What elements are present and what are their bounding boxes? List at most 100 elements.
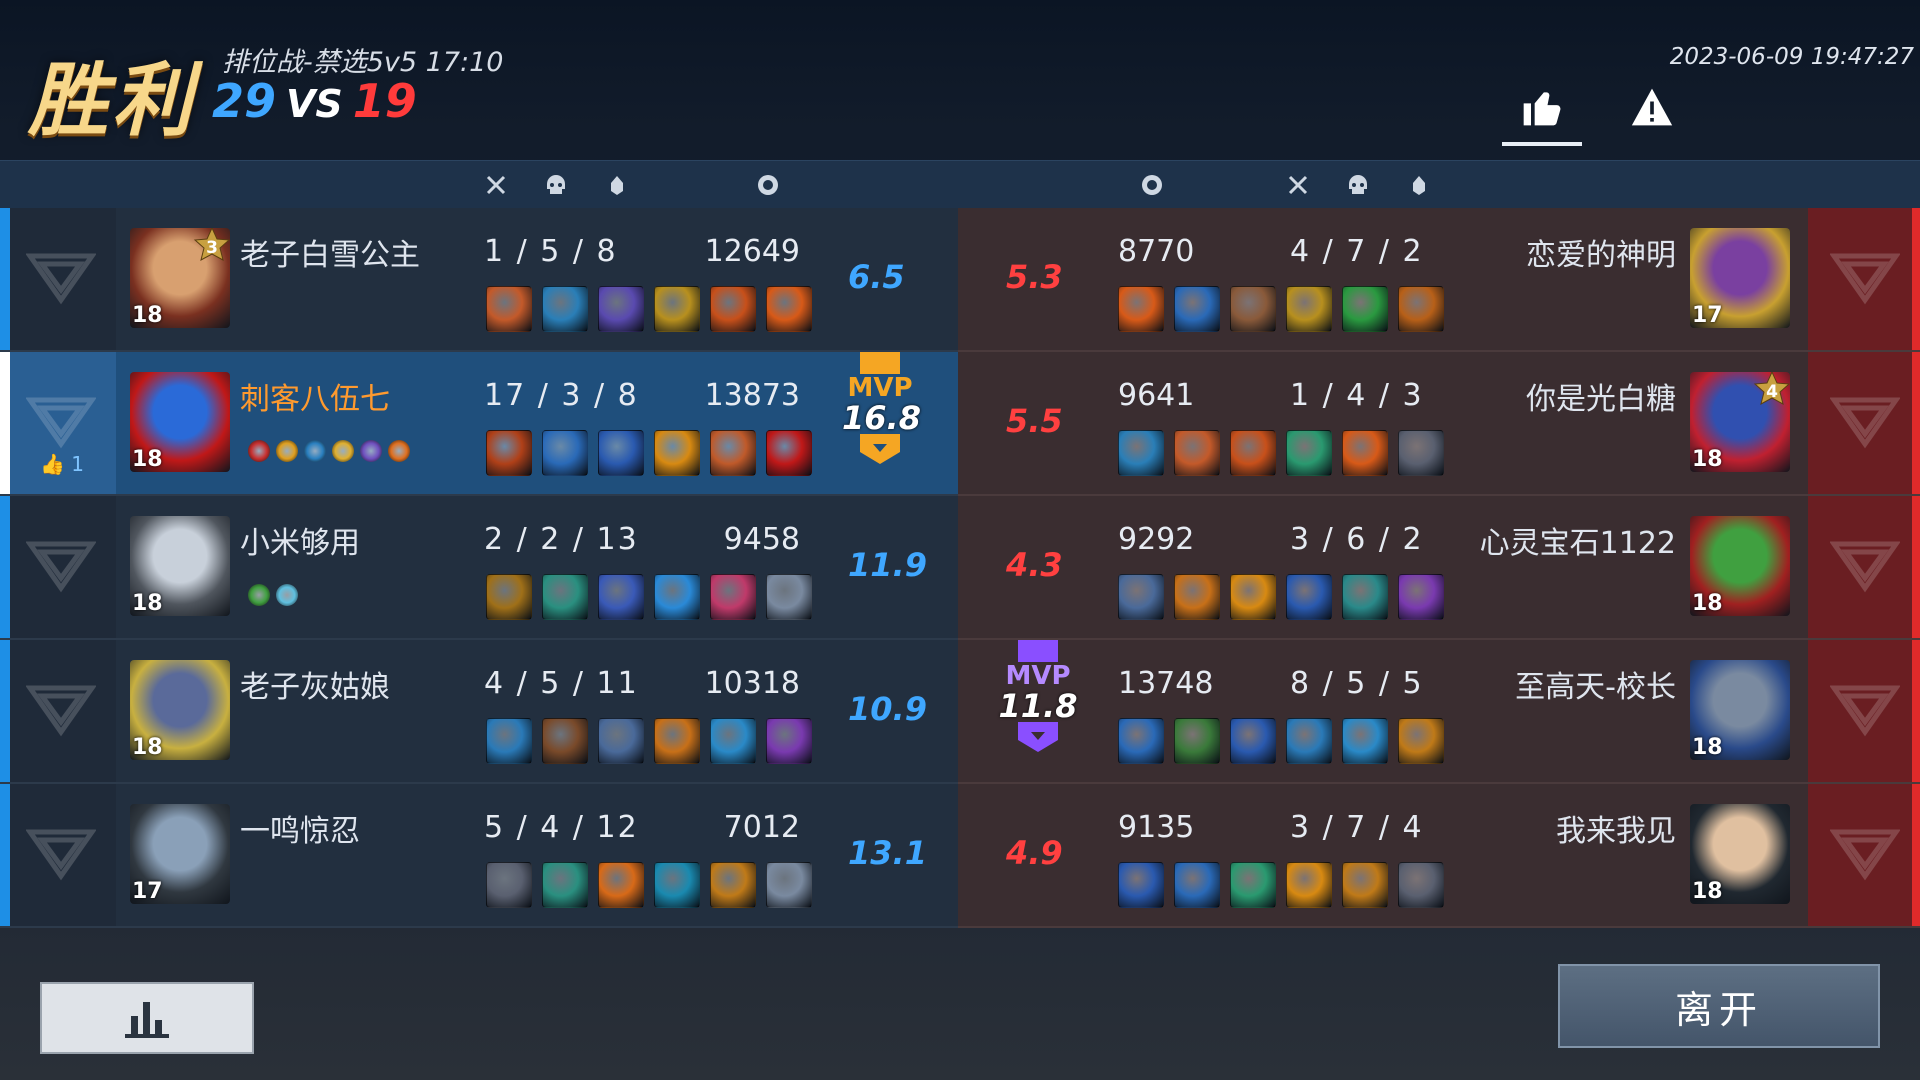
left-item-slot[interactable] — [654, 286, 700, 332]
right-item-slot[interactable] — [1230, 430, 1276, 476]
right-item-slot[interactable] — [1118, 574, 1164, 620]
player-row: 18 3 老子白雪公主 1 / 5 / 8 12649 6.5 17 恋爱的神明 8770 4 /… — [0, 208, 1920, 352]
assists-hand-icon-right — [1413, 176, 1425, 195]
left-item-slot[interactable] — [710, 430, 756, 476]
right-item-slot[interactable] — [1118, 862, 1164, 908]
expand-triangle-icon[interactable] — [1830, 826, 1900, 882]
mvp-value-right: 11.8 — [998, 687, 1078, 725]
left-player-name: 刺客八伍七 — [240, 382, 390, 417]
expand-triangle-icon[interactable] — [1830, 394, 1900, 450]
right-player-gold: 9135 — [1118, 810, 1195, 845]
expand-triangle-icon[interactable] — [1830, 682, 1900, 738]
expand-triangle-icon[interactable] — [26, 826, 96, 882]
stats-button[interactable] — [40, 982, 254, 1054]
expand-triangle-icon[interactable] — [1830, 250, 1900, 306]
expand-triangle-icon[interactable] — [26, 250, 96, 306]
left-item-slot[interactable] — [598, 574, 644, 620]
right-item-slot[interactable] — [1230, 286, 1276, 332]
mvp-badge-left: MVP 16.8 — [842, 352, 921, 468]
left-team-panel: 18 老子灰姑娘 4 / 5 / 11 10318 10.9 — [0, 640, 958, 784]
right-player-name: 至高天-校长 — [1515, 670, 1676, 705]
right-item-slot[interactable] — [1174, 718, 1220, 764]
left-item-slot[interactable] — [654, 718, 700, 764]
right-item-slot[interactable] — [1286, 430, 1332, 476]
right-item-slot[interactable] — [1398, 574, 1444, 620]
left-item-slot[interactable] — [598, 862, 644, 908]
right-item-slot[interactable] — [1342, 286, 1388, 332]
left-item-slot[interactable] — [542, 574, 588, 620]
left-item-slot[interactable] — [766, 862, 812, 908]
right-item-slot[interactable] — [1342, 862, 1388, 908]
right-expand-strip — [1808, 352, 1920, 494]
right-item-slot[interactable] — [1286, 862, 1332, 908]
left-item-slot[interactable] — [486, 430, 532, 476]
leave-button[interactable]: 离开 — [1558, 964, 1880, 1048]
left-item-slot[interactable] — [710, 286, 756, 332]
right-item-slot[interactable] — [1174, 430, 1220, 476]
right-item-slot[interactable] — [1230, 862, 1276, 908]
left-item-slot[interactable] — [654, 862, 700, 908]
left-item-slot[interactable] — [766, 718, 812, 764]
left-item-slot[interactable] — [598, 718, 644, 764]
left-team-panel: 👍 1 18 刺客八伍七 17 / 3 / 8 13873 — [0, 352, 958, 496]
right-item-slot[interactable] — [1174, 574, 1220, 620]
left-item-slots — [486, 718, 812, 764]
left-item-slot[interactable] — [766, 574, 812, 620]
right-player-rating: 4.9 — [1006, 834, 1063, 872]
right-item-slot[interactable] — [1286, 286, 1332, 332]
left-item-slot[interactable] — [486, 286, 532, 332]
right-item-slot[interactable] — [1230, 574, 1276, 620]
left-item-slot[interactable] — [486, 718, 532, 764]
left-player-rating: 6.5 — [848, 258, 905, 296]
left-item-slot[interactable] — [486, 862, 532, 908]
right-hero-level: 18 — [1692, 735, 1723, 760]
expand-triangle-icon[interactable] — [1830, 538, 1900, 594]
left-item-slot[interactable] — [486, 574, 532, 620]
left-item-slot[interactable] — [542, 718, 588, 764]
right-item-slot[interactable] — [1398, 430, 1444, 476]
like-button[interactable] — [1502, 72, 1582, 146]
expand-triangle-icon[interactable] — [26, 394, 96, 450]
right-item-slot[interactable] — [1398, 862, 1444, 908]
bar-chart-icon — [125, 1002, 169, 1038]
assists-hand-icon — [611, 176, 623, 195]
right-hero-level: 17 — [1692, 303, 1723, 328]
report-button[interactable] — [1612, 72, 1692, 142]
left-item-slot[interactable] — [766, 286, 812, 332]
column-header-bar — [0, 160, 1920, 209]
buff-icon — [304, 440, 326, 462]
right-rank-number: 4 — [1766, 382, 1778, 402]
left-item-slot[interactable] — [598, 430, 644, 476]
left-item-slot[interactable] — [710, 718, 756, 764]
right-item-slots — [1118, 286, 1444, 332]
right-item-slot[interactable] — [1118, 286, 1164, 332]
right-item-slot[interactable] — [1118, 430, 1164, 476]
right-item-slot[interactable] — [1342, 430, 1388, 476]
right-team-panel: 18 心灵宝石1122 9292 3 / 6 / 2 4.3 — [958, 496, 1920, 640]
left-item-slot[interactable] — [710, 574, 756, 620]
left-item-slot[interactable] — [598, 286, 644, 332]
right-item-slot[interactable] — [1230, 718, 1276, 764]
left-item-slot[interactable] — [654, 574, 700, 620]
right-item-slot[interactable] — [1174, 862, 1220, 908]
left-player-kda: 2 / 2 / 13 — [484, 522, 639, 557]
left-player-gold: 7012 — [723, 810, 800, 845]
right-expand-strip — [1808, 784, 1920, 926]
right-item-slot[interactable] — [1342, 718, 1388, 764]
left-team-panel: 18 小米够用 2 / 2 / 13 9458 11.9 — [0, 496, 958, 640]
right-item-slot[interactable] — [1342, 574, 1388, 620]
expand-triangle-icon[interactable] — [26, 538, 96, 594]
left-item-slot[interactable] — [542, 430, 588, 476]
right-item-slot[interactable] — [1174, 286, 1220, 332]
right-item-slot[interactable] — [1118, 718, 1164, 764]
left-item-slot[interactable] — [710, 862, 756, 908]
right-item-slot[interactable] — [1398, 718, 1444, 764]
left-item-slot[interactable] — [654, 430, 700, 476]
expand-triangle-icon[interactable] — [26, 682, 96, 738]
right-item-slot[interactable] — [1286, 574, 1332, 620]
left-item-slot[interactable] — [542, 862, 588, 908]
right-item-slot[interactable] — [1286, 718, 1332, 764]
left-item-slot[interactable] — [766, 430, 812, 476]
left-item-slot[interactable] — [542, 286, 588, 332]
right-item-slot[interactable] — [1398, 286, 1444, 332]
